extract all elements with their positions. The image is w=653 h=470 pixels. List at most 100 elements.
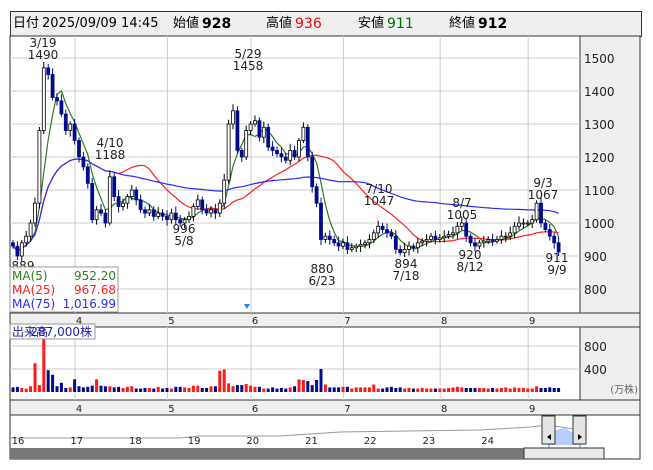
volume-bar	[46, 370, 50, 392]
volume-bar	[508, 388, 512, 392]
ma75-value: 1,016.99	[63, 297, 116, 311]
volume-bar	[51, 374, 55, 392]
volume-bar	[161, 388, 165, 392]
volume-bar	[464, 387, 468, 392]
month-tick-label: 6	[252, 404, 258, 415]
candle-up	[499, 235, 504, 240]
candle-up	[415, 242, 420, 249]
navigator-handle[interactable]	[541, 415, 556, 445]
volume-bar	[139, 388, 143, 392]
candle-down	[433, 235, 438, 240]
volume-bar	[350, 388, 354, 392]
volume-bar	[59, 382, 63, 392]
candle-down	[270, 146, 275, 151]
volume-bar	[37, 385, 41, 392]
volume-bar	[381, 388, 385, 392]
price-tick-label: 1200	[584, 151, 615, 165]
volume-bar	[297, 379, 301, 392]
volume-bar	[385, 387, 389, 392]
volume-bar	[504, 387, 508, 392]
volume-bar	[130, 386, 134, 392]
volume-bar	[257, 386, 261, 392]
annotation-date: 9/9	[547, 263, 566, 277]
candle-down	[336, 242, 341, 247]
candle-down	[292, 149, 297, 158]
volume-bar	[95, 379, 99, 392]
candle-up	[371, 232, 376, 240]
volume-bar	[548, 387, 552, 392]
month-tick-label: 5	[168, 316, 174, 327]
candle-up	[442, 235, 447, 239]
navigator-handle[interactable]	[572, 415, 587, 445]
volume-bar	[394, 387, 398, 392]
volume-bar	[499, 387, 503, 392]
volume-bar	[460, 387, 464, 392]
month-tick-label: 8	[441, 404, 447, 415]
volume-bar	[147, 387, 151, 392]
candle-up	[407, 245, 411, 250]
volume-bar	[416, 388, 420, 392]
volume-bar	[486, 388, 490, 392]
volume-bar	[68, 387, 72, 392]
candle-down	[380, 225, 385, 231]
volume-bar	[271, 387, 275, 392]
volume-bar	[169, 388, 173, 392]
candle-up	[363, 242, 367, 245]
price-tick-label: 1400	[584, 85, 615, 99]
candle-up	[297, 140, 301, 158]
volume-bar	[477, 387, 481, 392]
volume-bar	[482, 387, 486, 392]
candle-up	[530, 219, 535, 224]
candle-up	[354, 245, 359, 249]
navigator-label: 18	[129, 436, 142, 447]
candle-down	[310, 156, 315, 188]
scrollbar-track	[10, 448, 524, 459]
candle-down	[385, 229, 389, 234]
annotation-price: 1005	[447, 208, 478, 222]
candle-up	[437, 237, 442, 240]
volume-bar	[288, 387, 292, 392]
candle-down	[63, 113, 68, 131]
volume-bar	[183, 387, 187, 392]
candle-up	[459, 222, 464, 227]
volume-tick-label: 800	[584, 340, 607, 354]
price-axis	[579, 35, 641, 314]
volume-bar	[429, 388, 433, 392]
candle-down	[543, 222, 548, 230]
volume-bar	[438, 388, 442, 392]
volume-bar	[403, 388, 407, 392]
volume-bar	[442, 388, 446, 392]
volume-bar	[196, 385, 200, 392]
candle-up	[217, 202, 222, 214]
candle-up	[477, 242, 482, 247]
candle-down	[81, 156, 86, 168]
candle-up	[288, 149, 293, 161]
candle-up	[341, 242, 345, 247]
candle-down	[266, 126, 271, 148]
volume-bar	[253, 386, 257, 392]
volume-bar	[42, 334, 46, 392]
month-tick-label: 6	[252, 316, 258, 327]
candle-down	[165, 215, 169, 221]
volume-bar	[165, 387, 169, 392]
ma25-value: 967.68	[74, 283, 116, 297]
volume-bar	[398, 387, 402, 392]
scrollbar-thumb[interactable]	[523, 447, 605, 460]
volume-bar	[108, 386, 112, 392]
price-tick-label: 800	[584, 283, 607, 297]
volume-bar	[451, 387, 455, 392]
candle-down	[239, 149, 244, 158]
volume-bar	[240, 385, 244, 392]
volume-bar	[262, 388, 266, 392]
volume-bar	[513, 387, 517, 392]
month-axis	[9, 312, 641, 328]
volume-bar	[319, 369, 323, 392]
volume-bar	[117, 386, 121, 392]
volume-bar	[244, 383, 248, 392]
candle-up	[195, 199, 200, 207]
volume-bar	[367, 387, 371, 392]
month-tick-label: 5	[168, 404, 174, 415]
candle-down	[11, 242, 15, 247]
candle-down	[55, 97, 59, 102]
volume-bar	[345, 386, 349, 392]
